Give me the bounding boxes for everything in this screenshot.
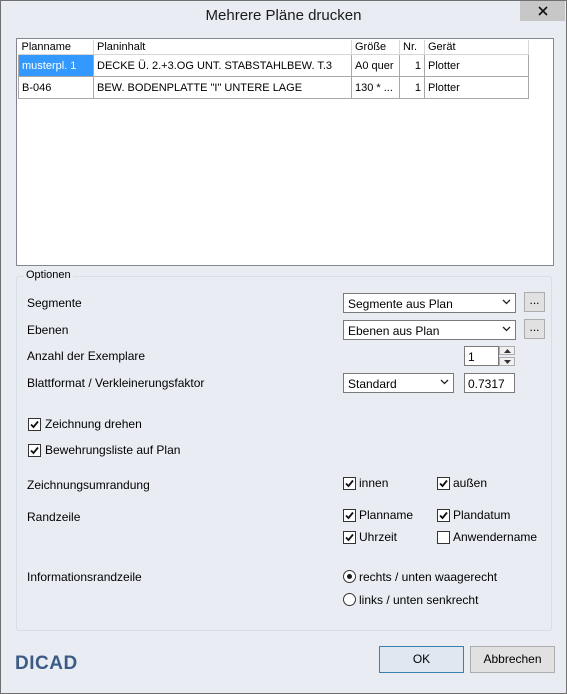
cell-groesse[interactable]: A0 quer: [351, 54, 400, 77]
cell-planinhalt[interactable]: DECKE Ü. 2.+3.OG UNT. STABSTAHLBEW. T.3: [93, 54, 352, 77]
chevron-down-icon: [502, 326, 511, 332]
uhrzeit-label[interactable]: Uhrzeit: [359, 530, 397, 544]
innen-checkbox[interactable]: [343, 477, 356, 490]
close-icon: [537, 6, 548, 16]
blattformat-label: Blattformat / Verkleinerungsfaktor: [27, 376, 205, 390]
column-header-groesse[interactable]: Größe: [351, 40, 400, 55]
cell-planname[interactable]: musterpl. 1: [18, 54, 94, 77]
links-unten-label[interactable]: links / unten senkrecht: [359, 593, 478, 607]
dialog-client: Planname Planinhalt Größe Nr. Gerät must…: [9, 33, 558, 685]
segmente-value: Segmente aus Plan: [348, 297, 453, 311]
innen-label[interactable]: innen: [359, 476, 388, 490]
checkmark-icon: [30, 420, 39, 429]
bewehrungsliste-label[interactable]: Bewehrungsliste auf Plan: [45, 443, 180, 457]
plan-list[interactable]: Planname Planinhalt Größe Nr. Gerät must…: [16, 38, 554, 266]
table-row[interactable]: B-046 BEW. BODENPLATTE "I" UNTERE LAGE 1…: [18, 76, 529, 99]
zeichnungsumrandung-label: Zeichnungsumrandung: [27, 478, 150, 492]
chevron-down-icon: [502, 299, 511, 305]
uhrzeit-checkbox[interactable]: [343, 531, 356, 544]
table-header: Planname Planinhalt Größe Nr. Gerät: [18, 40, 529, 55]
verkleinerungsfaktor-input[interactable]: 0.7317: [464, 373, 515, 393]
arrow-up-icon: [503, 348, 511, 353]
cell-groesse[interactable]: 130 * ...: [351, 76, 400, 99]
checkmark-icon: [345, 511, 354, 520]
links-unten-radio[interactable]: [343, 593, 356, 606]
planname-label[interactable]: Planname: [359, 508, 413, 522]
segmente-more-button[interactable]: ...: [524, 292, 545, 312]
ebenen-more-button[interactable]: ...: [524, 319, 545, 339]
cell-planname[interactable]: B-046: [18, 76, 94, 99]
plandatum-checkbox[interactable]: [437, 509, 450, 522]
rechts-unten-radio[interactable]: [343, 570, 356, 583]
blattformat-select[interactable]: Standard: [343, 373, 454, 393]
aussen-label[interactable]: außen: [453, 476, 487, 490]
checkmark-icon: [439, 479, 448, 488]
plandatum-label[interactable]: Plandatum: [453, 508, 510, 522]
ebenen-label: Ebenen: [27, 323, 69, 337]
options-legend: Optionen: [24, 269, 73, 281]
zeichnung-drehen-checkbox[interactable]: [28, 418, 41, 431]
anwendername-checkbox[interactable]: [437, 531, 450, 544]
rechts-unten-label[interactable]: rechts / unten waagerecht: [359, 570, 497, 584]
cancel-button[interactable]: Abbrechen: [470, 646, 555, 673]
exemplare-input[interactable]: 1: [464, 346, 499, 366]
arrow-down-icon: [503, 359, 511, 364]
column-header-geraet[interactable]: Gerät: [424, 40, 529, 55]
exemplare-value: 1: [468, 350, 475, 364]
column-header-planinhalt[interactable]: Planinhalt: [93, 40, 352, 55]
cell-nr[interactable]: 1: [399, 54, 425, 77]
cell-geraet[interactable]: Plotter: [424, 76, 529, 99]
print-dialog: Mehrere Pläne drucken Planname Planinhal…: [0, 0, 567, 694]
window-title: Mehrere Pläne drucken: [205, 7, 362, 24]
checkmark-icon: [30, 446, 39, 455]
bewehrungsliste-checkbox[interactable]: [28, 444, 41, 457]
dicad-logo: DICAD: [15, 653, 78, 674]
chevron-down-icon: [440, 379, 449, 385]
ebenen-value: Ebenen aus Plan: [348, 324, 440, 338]
ok-button[interactable]: OK: [379, 646, 464, 673]
title-bar: Mehrere Pläne drucken: [1, 1, 566, 33]
checkmark-icon: [439, 511, 448, 520]
checkmark-icon: [345, 479, 354, 488]
segmente-select[interactable]: Segmente aus Plan: [343, 293, 516, 313]
table-row[interactable]: musterpl. 1 DECKE Ü. 2.+3.OG UNT. STABST…: [18, 54, 529, 77]
ebenen-select[interactable]: Ebenen aus Plan: [343, 320, 516, 340]
exemplare-spinner[interactable]: [499, 346, 515, 366]
cell-nr[interactable]: 1: [399, 76, 425, 99]
checkmark-icon: [345, 533, 354, 542]
plan-table: Planname Planinhalt Größe Nr. Gerät must…: [18, 40, 529, 99]
anwendername-label[interactable]: Anwendername: [453, 530, 537, 544]
planname-checkbox[interactable]: [343, 509, 356, 522]
cell-geraet[interactable]: Plotter: [424, 54, 529, 77]
spin-down-button[interactable]: [499, 357, 515, 366]
cell-planinhalt[interactable]: BEW. BODENPLATTE "I" UNTERE LAGE: [93, 76, 352, 99]
spin-up-button[interactable]: [499, 346, 515, 355]
verkleinerungsfaktor-value: 0.7317: [468, 377, 505, 391]
column-header-planname[interactable]: Planname: [18, 40, 94, 55]
column-header-nr[interactable]: Nr.: [399, 40, 425, 55]
zeichnung-drehen-label[interactable]: Zeichnung drehen: [45, 417, 142, 431]
radio-selected-dot: [347, 574, 352, 579]
aussen-checkbox[interactable]: [437, 477, 450, 490]
segmente-label: Segmente: [27, 296, 82, 310]
exemplare-label: Anzahl der Exemplare: [27, 349, 146, 363]
blattformat-value: Standard: [348, 377, 397, 391]
informationsrandzeile-label: Informationsrandzeile: [27, 570, 142, 584]
randzeile-label: Randzeile: [27, 510, 81, 524]
close-button[interactable]: [520, 1, 565, 21]
